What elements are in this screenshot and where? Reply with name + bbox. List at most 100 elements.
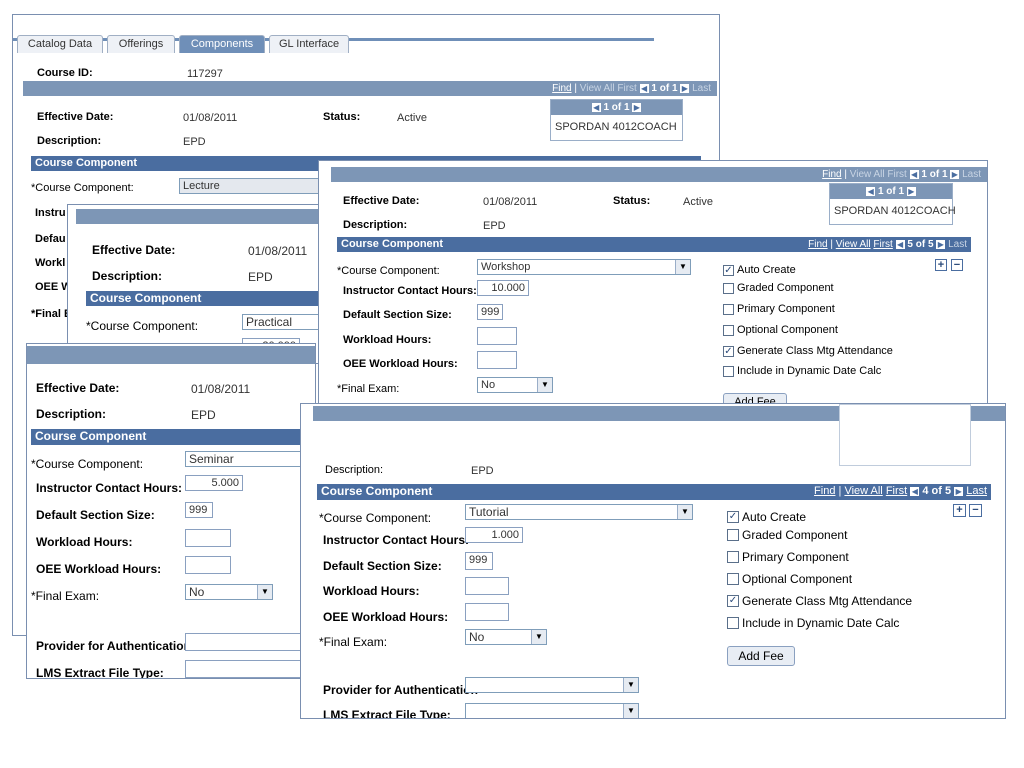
effective-date-label: Effective Date: xyxy=(343,195,420,207)
instructor-hours-label: Instructor Contact Hours: xyxy=(36,481,183,495)
course-component-select[interactable]: Lecture xyxy=(179,178,339,194)
final-exam-select[interactable]: No ▼ xyxy=(185,584,273,600)
lms-select[interactable]: ▼ xyxy=(465,703,639,718)
instructor-hours-field[interactable]: 5.000 xyxy=(185,475,243,491)
find-link[interactable]: Find xyxy=(552,83,571,94)
description-label: Description: xyxy=(325,464,384,476)
tab-offerings[interactable]: Offerings xyxy=(107,35,175,53)
section-size-field[interactable]: 999 xyxy=(465,552,493,570)
add-row-icon[interactable]: + xyxy=(935,259,947,271)
first-link[interactable]: First xyxy=(886,485,907,497)
prev-arrow-icon[interactable]: ◀ xyxy=(639,83,649,93)
workload-field[interactable] xyxy=(185,529,231,547)
auto-create-label: Auto Create xyxy=(742,510,807,524)
last-link[interactable]: Last xyxy=(948,239,967,250)
view-all-link[interactable]: View All xyxy=(836,239,871,250)
oee-workload-field[interactable] xyxy=(477,351,517,369)
prev-arrow-icon[interactable]: ◀ xyxy=(909,169,919,179)
prev-arrow-icon[interactable]: ◀ xyxy=(895,239,905,249)
view-all-link[interactable]: View All xyxy=(844,485,882,497)
delete-row-icon[interactable]: − xyxy=(969,504,982,517)
instructor-hours-field[interactable]: 1.000 xyxy=(465,527,523,543)
workload-label: Workload Hours: xyxy=(343,334,432,346)
last-link[interactable]: Last xyxy=(966,485,987,497)
lms-field[interactable] xyxy=(185,660,315,678)
optional-checkbox[interactable] xyxy=(723,325,734,336)
add-fee-button[interactable]: Add Fee xyxy=(727,646,795,666)
graded-checkbox[interactable] xyxy=(727,529,739,541)
practical-bar xyxy=(76,209,326,224)
first-link[interactable]: First xyxy=(873,239,892,250)
auto-create-checkbox[interactable]: ✓ xyxy=(727,511,739,523)
first-link[interactable]: First xyxy=(887,169,906,180)
oee-workload-field[interactable] xyxy=(185,556,231,574)
provider-select[interactable]: ▼ xyxy=(465,677,639,693)
primary-checkbox[interactable] xyxy=(727,551,739,563)
dynamic-checkbox[interactable] xyxy=(723,366,734,377)
workload-label: Workload Hours: xyxy=(36,535,133,549)
course-component-label: *Course Component: xyxy=(86,319,199,333)
find-link[interactable]: Find xyxy=(808,239,827,250)
course-component-select[interactable]: Practical xyxy=(242,314,326,330)
course-component-select[interactable]: Seminar xyxy=(185,451,315,467)
course-id-label: Course ID: xyxy=(37,67,93,79)
graded-checkbox[interactable] xyxy=(723,283,734,294)
generate-checkbox[interactable]: ✓ xyxy=(727,595,739,607)
description-label: Description: xyxy=(92,269,163,283)
status-label: Status: xyxy=(613,195,651,207)
workload-field[interactable] xyxy=(477,327,517,345)
dynamic-label: Include in Dynamic Date Calc xyxy=(742,616,900,630)
key-box-header: ◀ 1 of 1 ▶ xyxy=(551,100,682,115)
course-id-value: 117297 xyxy=(187,68,223,80)
effective-date-value: 01/08/2011 xyxy=(183,112,238,124)
tab-gl-interface[interactable]: GL Interface xyxy=(269,35,349,53)
oee-workload-field[interactable] xyxy=(465,603,509,621)
next-arrow-icon[interactable]: ▶ xyxy=(950,169,960,179)
generate-checkbox[interactable]: ✓ xyxy=(723,346,734,357)
add-row-icon[interactable]: + xyxy=(953,504,966,517)
course-component-label: *Course Component: xyxy=(319,511,432,525)
tab-components[interactable]: Components xyxy=(179,35,265,53)
next-arrow-icon[interactable]: ▶ xyxy=(954,486,964,496)
next-arrow-icon[interactable]: ▶ xyxy=(680,83,690,93)
first-link[interactable]: First xyxy=(617,83,636,94)
instructor-hours-field[interactable]: 10.000 xyxy=(477,280,529,296)
final-exam-label: *Final Exam: xyxy=(319,635,388,649)
course-component-select[interactable]: Workshop ▼ xyxy=(477,259,691,275)
dynamic-checkbox[interactable] xyxy=(727,617,739,629)
final-exam-select[interactable]: No ▼ xyxy=(477,377,553,393)
primary-checkbox[interactable] xyxy=(723,304,734,315)
find-link[interactable]: Find xyxy=(822,169,841,180)
section-size-label: Default Section Size: xyxy=(36,508,155,522)
effective-date-label: Effective Date: xyxy=(37,111,114,123)
tab-catalog-data[interactable]: Catalog Data xyxy=(17,35,103,53)
section-size-field[interactable]: 999 xyxy=(185,502,213,518)
delete-row-icon[interactable]: − xyxy=(951,259,963,271)
last-link[interactable]: Last xyxy=(692,83,711,94)
seminar-bar xyxy=(27,346,315,364)
course-component-header: Course Component Find | View All First ◀… xyxy=(317,484,991,500)
find-link[interactable]: Find xyxy=(814,485,835,497)
oee-workload-label: OEE Workload Hours: xyxy=(36,562,162,576)
oee-workload-label: OEE Workload Hours: xyxy=(343,358,458,370)
key-box-value: SPORDAN 4012COACH xyxy=(555,121,677,133)
optional-checkbox[interactable] xyxy=(727,573,739,585)
instructor-hours-label: Instructor Contact Hours: xyxy=(343,285,477,297)
component-nav: Find | View All First ◀ 5 of 5 ▶ Last xyxy=(808,239,967,250)
prev-arrow-icon[interactable]: ◀ xyxy=(910,486,920,496)
workload-field[interactable] xyxy=(465,577,509,595)
auto-create-checkbox[interactable]: ✓ xyxy=(723,265,734,276)
course-component-select[interactable]: Tutorial ▼ xyxy=(465,504,693,520)
description-value: EPD xyxy=(471,465,494,477)
chevron-down-icon: ▼ xyxy=(531,630,546,644)
next-arrow-icon[interactable]: ▶ xyxy=(936,239,946,249)
oee-workload-label: OEE Workload Hours: xyxy=(323,610,449,624)
provider-label: Provider for Authentication xyxy=(323,683,478,697)
final-exam-select[interactable]: No ▼ xyxy=(465,629,547,645)
provider-field[interactable] xyxy=(185,633,315,651)
section-size-field[interactable]: 999 xyxy=(477,304,503,320)
last-link[interactable]: Last xyxy=(962,169,981,180)
primary-label: Primary Component xyxy=(742,550,849,564)
view-all-link[interactable]: View All xyxy=(850,169,885,180)
view-all-link[interactable]: View All xyxy=(580,83,615,94)
